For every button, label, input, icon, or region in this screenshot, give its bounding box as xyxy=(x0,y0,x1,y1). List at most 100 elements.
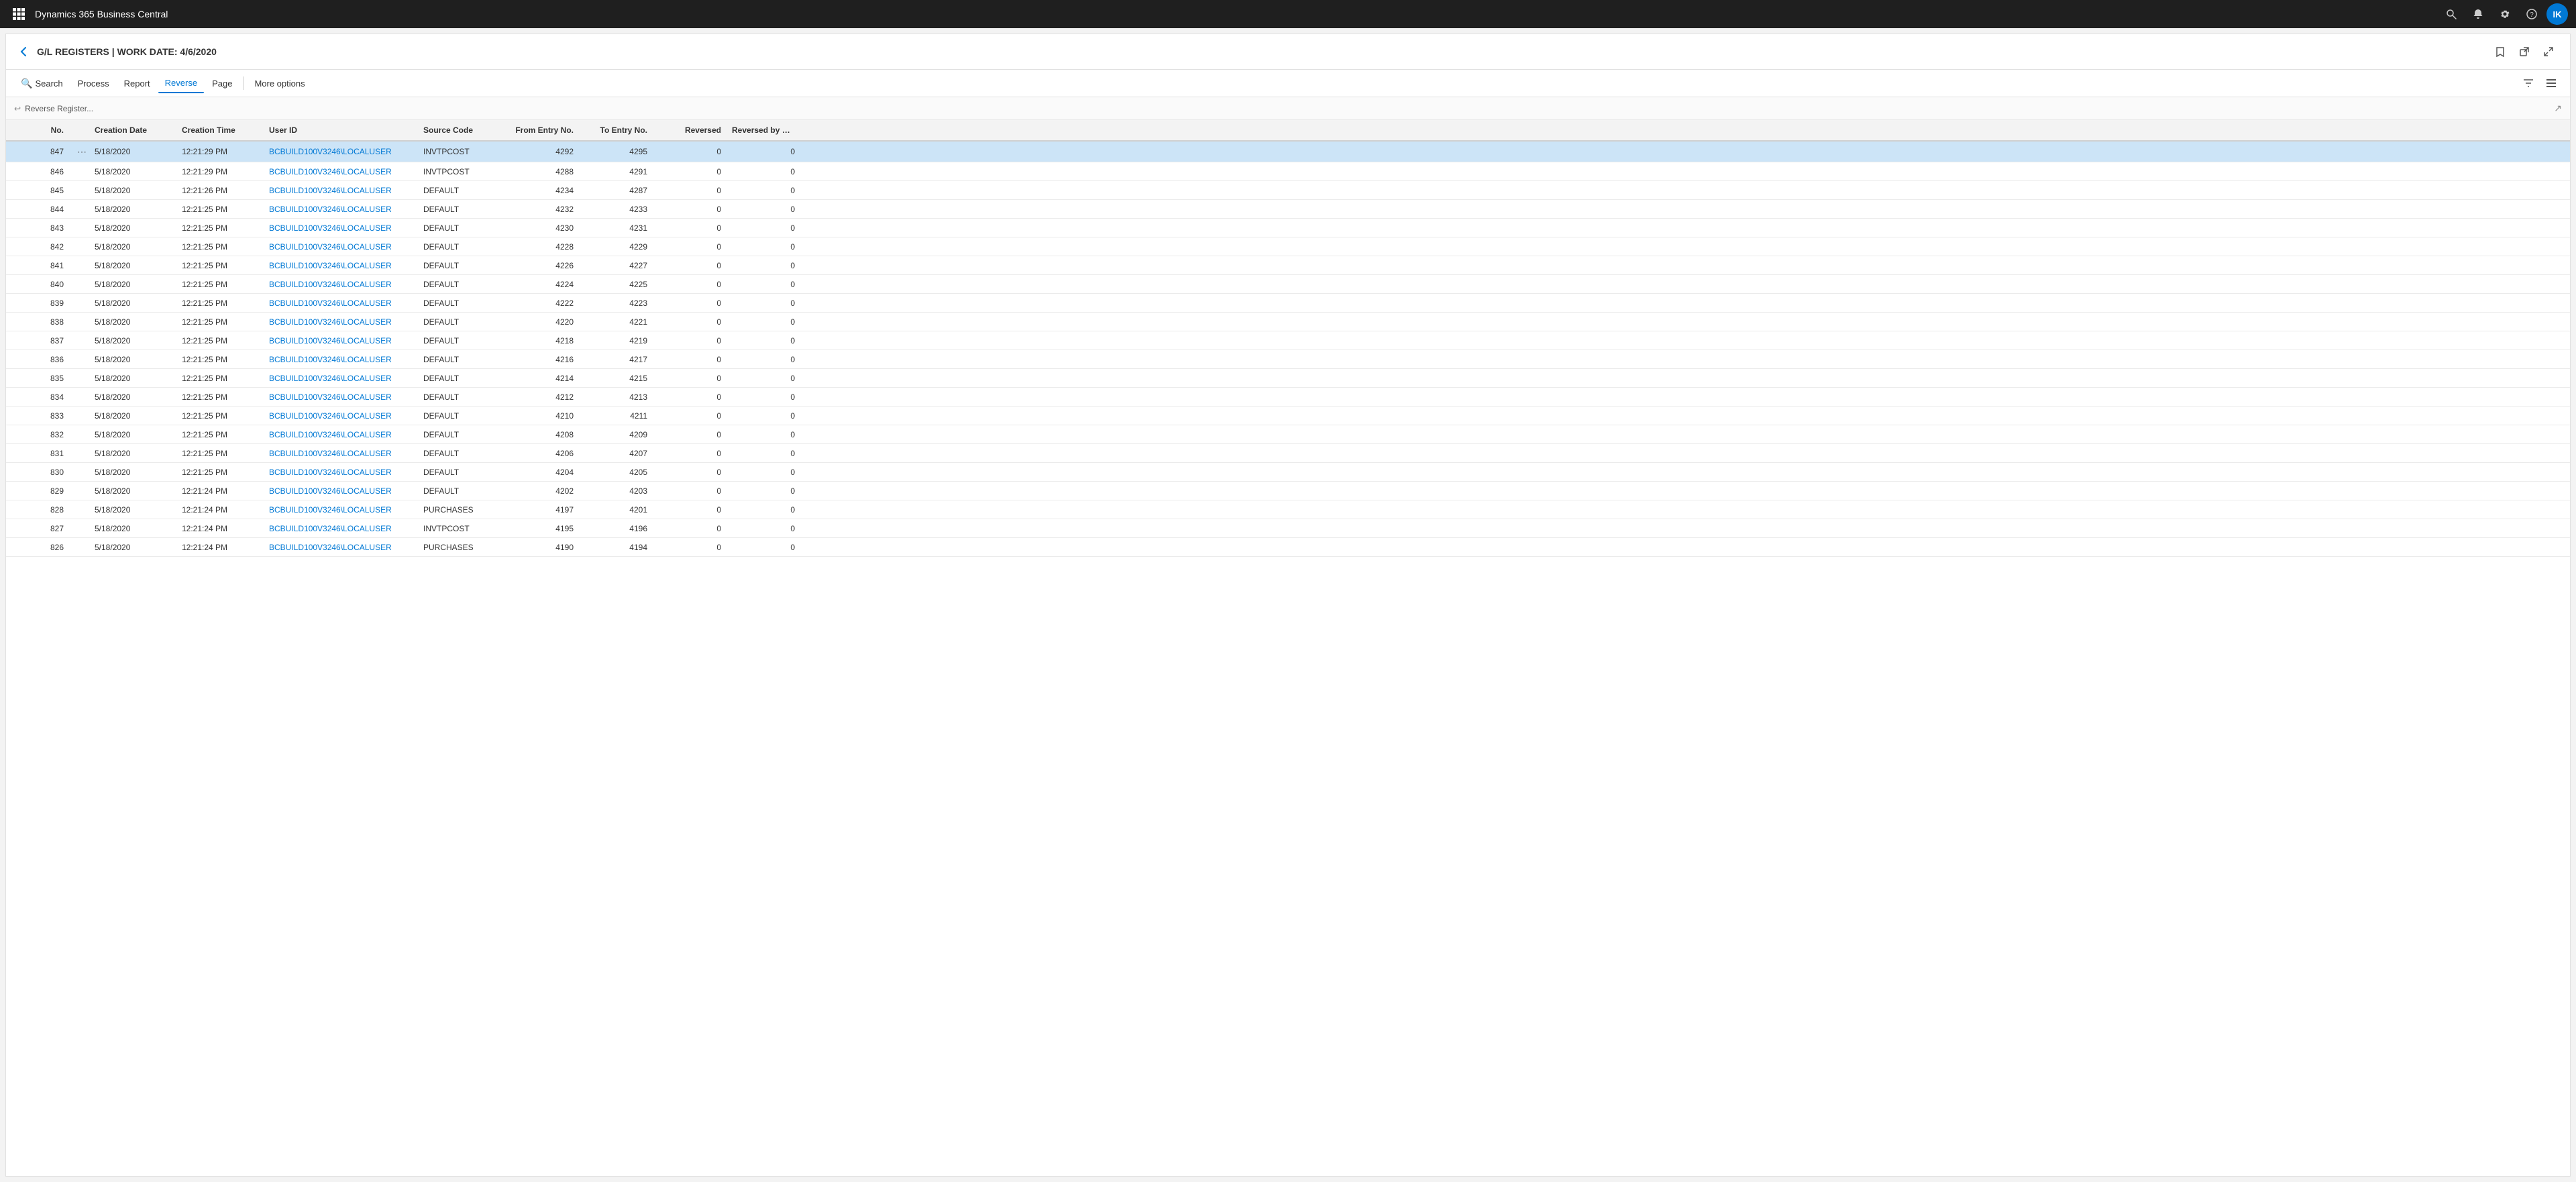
cell-user-id[interactable]: BCBUILD100V3246\LOCALUSER xyxy=(264,390,418,405)
cell-user-id[interactable]: BCBUILD100V3246\LOCALUSER xyxy=(264,521,418,536)
cell-user-id[interactable]: BCBUILD100V3246\LOCALUSER xyxy=(264,409,418,423)
toolbar-report-button[interactable]: Report xyxy=(117,73,157,93)
cell-user-id[interactable]: BCBUILD100V3246\LOCALUSER xyxy=(264,502,418,517)
search-icon-btn[interactable] xyxy=(2439,2,2463,26)
table-row[interactable]: 8415/18/202012:21:25 PMBCBUILD100V3246\L… xyxy=(6,256,2570,275)
cell-user-id[interactable]: BCBUILD100V3246\LOCALUSER xyxy=(264,202,418,217)
cell-source-code: DEFAULT xyxy=(418,371,505,386)
cell-to-entry: 4217 xyxy=(579,352,653,367)
toolbar-process-button[interactable]: Process xyxy=(71,73,116,93)
table-row[interactable]: 8435/18/202012:21:25 PMBCBUILD100V3246\L… xyxy=(6,219,2570,237)
cell-user-id[interactable]: BCBUILD100V3246\LOCALUSER xyxy=(264,296,418,311)
col-header-user-id[interactable]: User ID xyxy=(264,121,418,139)
toolbar-reverse-button[interactable]: Reverse xyxy=(158,73,204,93)
waffle-menu-button[interactable] xyxy=(8,3,30,25)
table-row[interactable]: 8395/18/202012:21:25 PMBCBUILD100V3246\L… xyxy=(6,294,2570,313)
table-row[interactable]: 8385/18/202012:21:25 PMBCBUILD100V3246\L… xyxy=(6,313,2570,331)
cell-user-id[interactable]: BCBUILD100V3246\LOCALUSER xyxy=(264,315,418,329)
user-avatar[interactable]: IK xyxy=(2546,3,2568,25)
back-button[interactable] xyxy=(17,45,30,58)
cell-user-id[interactable]: BCBUILD100V3246\LOCALUSER xyxy=(264,221,418,235)
cell-reversed-by: 0 xyxy=(727,258,800,273)
cell-user-id[interactable]: BCBUILD100V3246\LOCALUSER xyxy=(264,144,418,159)
table-row[interactable]: 8455/18/202012:21:26 PMBCBUILD100V3246\L… xyxy=(6,181,2570,200)
cell-from-entry: 4218 xyxy=(505,333,579,348)
table-row[interactable]: 8315/18/202012:21:25 PMBCBUILD100V3246\L… xyxy=(6,444,2570,463)
col-header-creation-date[interactable]: Creation Date xyxy=(89,121,176,139)
table-row[interactable]: 8345/18/202012:21:25 PMBCBUILD100V3246\L… xyxy=(6,388,2570,407)
cell-menu xyxy=(69,207,89,212)
cell-user-id[interactable]: BCBUILD100V3246\LOCALUSER xyxy=(264,446,418,461)
cell-user-id[interactable]: BCBUILD100V3246\LOCALUSER xyxy=(264,484,418,498)
col-header-no[interactable]: No. xyxy=(9,121,69,139)
table-row[interactable]: 8265/18/202012:21:24 PMBCBUILD100V3246\L… xyxy=(6,538,2570,557)
table-row[interactable]: 8285/18/202012:21:24 PMBCBUILD100V3246\L… xyxy=(6,500,2570,519)
cell-menu[interactable]: ⋯ xyxy=(69,142,89,162)
toolbar-more-button[interactable]: More options xyxy=(248,73,311,93)
cell-from-entry: 4210 xyxy=(505,409,579,423)
col-header-from-entry[interactable]: From Entry No. xyxy=(505,121,579,139)
view-toggle-button[interactable] xyxy=(2540,72,2562,94)
table-area[interactable]: 847⋯5/18/202012:21:29 PMBCBUILD100V3246\… xyxy=(6,142,2570,1176)
cell-no: 836 xyxy=(9,352,69,367)
cell-user-id[interactable]: BCBUILD100V3246\LOCALUSER xyxy=(264,183,418,198)
toolbar-separator xyxy=(243,76,244,90)
cell-user-id[interactable]: BCBUILD100V3246\LOCALUSER xyxy=(264,352,418,367)
expand-button[interactable] xyxy=(2538,41,2559,62)
table-row[interactable]: 8465/18/202012:21:29 PMBCBUILD100V3246\L… xyxy=(6,162,2570,181)
cell-creation-date: 5/18/2020 xyxy=(89,540,176,555)
cell-from-entry: 4232 xyxy=(505,202,579,217)
cell-reversed-by: 0 xyxy=(727,239,800,254)
cell-user-id[interactable]: BCBUILD100V3246\LOCALUSER xyxy=(264,465,418,480)
filter-button[interactable] xyxy=(2518,72,2539,94)
table-row[interactable]: 8355/18/202012:21:25 PMBCBUILD100V3246\L… xyxy=(6,369,2570,388)
cell-creation-time: 12:21:25 PM xyxy=(176,333,264,348)
table-row[interactable]: 8335/18/202012:21:25 PMBCBUILD100V3246\L… xyxy=(6,407,2570,425)
cell-to-entry: 4207 xyxy=(579,446,653,461)
cell-reversed-by: 0 xyxy=(727,164,800,179)
row-context-menu-button[interactable]: ⋯ xyxy=(74,144,89,159)
table-row[interactable]: 8405/18/202012:21:25 PMBCBUILD100V3246\L… xyxy=(6,275,2570,294)
col-header-source-code[interactable]: Source Code xyxy=(418,121,505,139)
cell-to-entry: 4223 xyxy=(579,296,653,311)
cell-from-entry: 4226 xyxy=(505,258,579,273)
cell-reversed: 0 xyxy=(653,427,727,442)
cell-to-entry: 4229 xyxy=(579,239,653,254)
toolbar-search-button[interactable]: 🔍 Search xyxy=(14,73,70,93)
col-header-reversed[interactable]: Reversed xyxy=(653,121,727,139)
settings-icon-btn[interactable] xyxy=(2493,2,2517,26)
cell-user-id[interactable]: BCBUILD100V3246\LOCALUSER xyxy=(264,540,418,555)
table-row[interactable]: 8365/18/202012:21:25 PMBCBUILD100V3246\L… xyxy=(6,350,2570,369)
table-row[interactable]: 8275/18/202012:21:24 PMBCBUILD100V3246\L… xyxy=(6,519,2570,538)
cell-user-id[interactable]: BCBUILD100V3246\LOCALUSER xyxy=(264,277,418,292)
cell-user-id[interactable]: BCBUILD100V3246\LOCALUSER xyxy=(264,239,418,254)
toolbar-page-button[interactable]: Page xyxy=(205,73,239,93)
table-row[interactable]: 8305/18/202012:21:25 PMBCBUILD100V3246\L… xyxy=(6,463,2570,482)
cell-user-id[interactable]: BCBUILD100V3246\LOCALUSER xyxy=(264,258,418,273)
cell-user-id[interactable]: BCBUILD100V3246\LOCALUSER xyxy=(264,164,418,179)
cell-menu xyxy=(69,282,89,287)
cell-creation-date: 5/18/2020 xyxy=(89,315,176,329)
table-row[interactable]: 8375/18/202012:21:25 PMBCBUILD100V3246\L… xyxy=(6,331,2570,350)
cell-source-code: DEFAULT xyxy=(418,296,505,311)
cell-creation-date: 5/18/2020 xyxy=(89,390,176,405)
table-row[interactable]: 8445/18/202012:21:25 PMBCBUILD100V3246\L… xyxy=(6,200,2570,219)
bookmark-button[interactable] xyxy=(2489,41,2511,62)
table-row[interactable]: 8325/18/202012:21:25 PMBCBUILD100V3246\L… xyxy=(6,425,2570,444)
cell-user-id[interactable]: BCBUILD100V3246\LOCALUSER xyxy=(264,371,418,386)
col-header-creation-time[interactable]: Creation Time xyxy=(176,121,264,139)
cell-user-id[interactable]: BCBUILD100V3246\LOCALUSER xyxy=(264,427,418,442)
cell-from-entry: 4212 xyxy=(505,390,579,405)
help-icon-btn[interactable]: ? xyxy=(2520,2,2544,26)
col-header-reversed-by[interactable]: Reversed by Reg. No. xyxy=(727,121,800,139)
cell-from-entry: 4202 xyxy=(505,484,579,498)
notifications-icon-btn[interactable] xyxy=(2466,2,2490,26)
cell-user-id[interactable]: BCBUILD100V3246\LOCALUSER xyxy=(264,333,418,348)
filter-clear-button[interactable]: ↗ xyxy=(2554,103,2562,114)
table-row[interactable]: 8425/18/202012:21:25 PMBCBUILD100V3246\L… xyxy=(6,237,2570,256)
open-new-button[interactable] xyxy=(2514,41,2535,62)
table-row[interactable]: 847⋯5/18/202012:21:29 PMBCBUILD100V3246\… xyxy=(6,142,2570,162)
table-row[interactable]: 8295/18/202012:21:24 PMBCBUILD100V3246\L… xyxy=(6,482,2570,500)
col-header-to-entry[interactable]: To Entry No. xyxy=(579,121,653,139)
cell-reversed-by: 0 xyxy=(727,277,800,292)
